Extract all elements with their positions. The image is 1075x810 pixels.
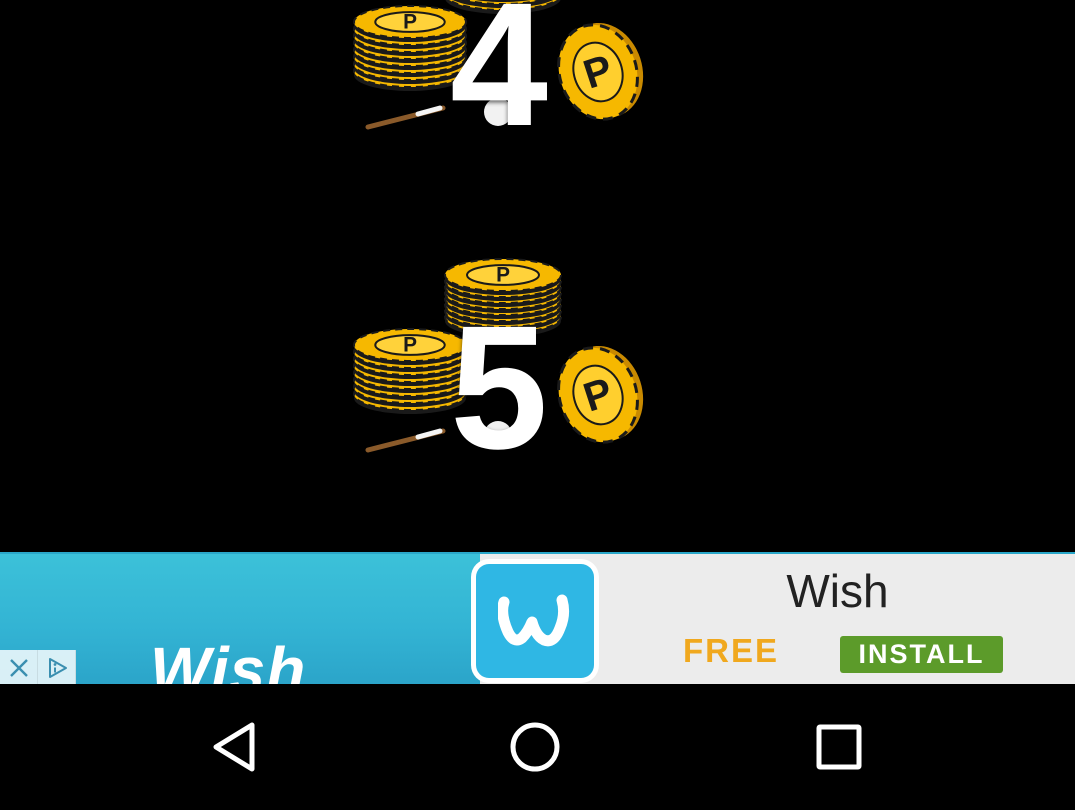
wish-app-icon[interactable] xyxy=(471,559,599,683)
ad-app-name: Wish xyxy=(786,565,889,617)
back-triangle-icon xyxy=(213,722,255,772)
recents-button[interactable] xyxy=(804,717,874,777)
ad-controls xyxy=(0,650,76,684)
close-icon[interactable] xyxy=(0,650,38,684)
recents-square-icon xyxy=(816,724,862,770)
navigation-bar xyxy=(0,684,1075,810)
back-button[interactable] xyxy=(199,717,269,777)
home-button[interactable] xyxy=(500,717,570,777)
adchoices-icon[interactable] xyxy=(38,650,76,684)
tier-4-item[interactable]: PPP 4 xyxy=(348,0,648,153)
tier-number: 5 xyxy=(450,290,548,486)
install-button[interactable]: INSTALL xyxy=(840,636,1003,673)
app-screen: PPP 4 P P P 5 Wish xyxy=(0,0,1075,810)
ad-image[interactable]: Wish xyxy=(0,554,480,684)
ad-price: FREE xyxy=(683,632,780,669)
tier-number: 4 xyxy=(450,0,548,163)
svg-text:P: P xyxy=(496,263,510,286)
svg-text:P: P xyxy=(403,333,417,356)
home-circle-icon xyxy=(510,722,560,772)
ad-image-wordmark: Wish xyxy=(150,634,307,684)
tier-5-item[interactable]: PPP 5 xyxy=(348,245,648,476)
svg-text:P: P xyxy=(403,10,417,33)
ad-banner[interactable]: Wish Wish FREE INSTALL xyxy=(0,552,1075,684)
